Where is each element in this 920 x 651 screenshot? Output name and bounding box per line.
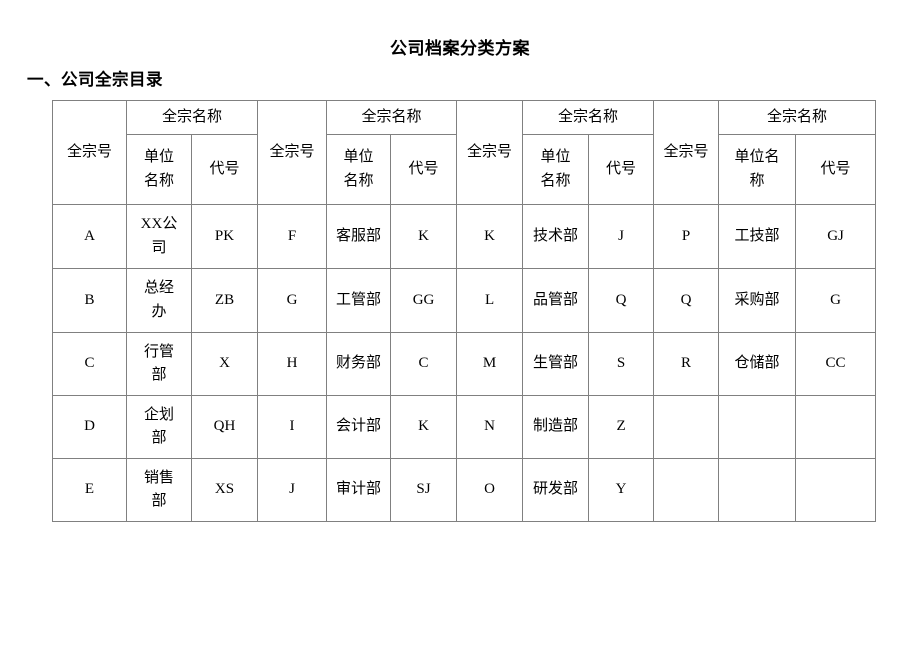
section-heading: 一、公司全宗目录	[27, 71, 163, 89]
cell-code: G	[795, 268, 877, 333]
fonds-directory-table: 全宗号 全宗名称 全宗号 全宗名称 全宗号 全宗名称 全宗号 全宗名称 单位名称…	[52, 100, 877, 522]
cell-code: J	[588, 204, 655, 269]
cell-code: GG	[390, 268, 458, 333]
cell-fonds-number: L	[456, 268, 524, 333]
cell-unit-name: 制造部	[522, 395, 590, 459]
cell-unit-name: 审计部	[326, 458, 392, 522]
cell-unit-name: 研发部	[522, 458, 590, 522]
cell-unit-name: 财务部	[326, 332, 392, 396]
cell-fonds-number: J	[257, 458, 328, 522]
header-fonds-name-4: 全宗名称	[718, 100, 877, 135]
header-fonds-name-2: 全宗名称	[326, 100, 458, 135]
cell-code: S	[588, 332, 655, 396]
document-page: 公司档案分类方案 一、公司全宗目录 全宗号 全宗名称 全宗号 全宗名称 全宗号 …	[0, 0, 920, 651]
cell-unit-name: 工管部	[326, 268, 392, 333]
cell-fonds-number: C	[52, 332, 127, 396]
table-row: A XX公司 PK F 客服部 K K 技术部 J P 工技部 GJ	[52, 204, 877, 269]
cell-unit-name: 品管部	[522, 268, 590, 333]
cell-code: PK	[190, 204, 259, 269]
cell-fonds-number: I	[257, 395, 328, 459]
cell-fonds-number: H	[257, 332, 328, 396]
cell-unit-name: 会计部	[326, 395, 392, 459]
cell-unit-name: 技术部	[522, 204, 590, 269]
cell-fonds-number: R	[653, 332, 720, 396]
cell-fonds-number: P	[653, 204, 720, 269]
header-fonds-name-3: 全宗名称	[522, 100, 655, 135]
cell-code	[795, 395, 877, 459]
header-code-3: 代号	[588, 134, 655, 205]
cell-code: Q	[588, 268, 655, 333]
cell-code: XS	[190, 458, 259, 522]
header-unit-name-1: 单位名称	[126, 134, 192, 205]
cell-unit-name	[718, 458, 797, 522]
cell-fonds-number: A	[52, 204, 127, 269]
cell-unit-name	[718, 395, 797, 459]
cell-unit-name: 客服部	[326, 204, 392, 269]
cell-fonds-number	[653, 458, 720, 522]
cell-fonds-number: K	[456, 204, 524, 269]
header-unit-name-4: 单位名称	[718, 134, 797, 205]
cell-code: K	[390, 395, 458, 459]
cell-code: ZB	[190, 268, 259, 333]
cell-code: K	[390, 204, 458, 269]
cell-fonds-number: G	[257, 268, 328, 333]
cell-unit-name: 工技部	[718, 204, 797, 269]
header-fonds-number-3: 全宗号	[456, 100, 524, 205]
cell-unit-name: XX公司	[126, 204, 192, 269]
cell-fonds-number: Q	[653, 268, 720, 333]
cell-fonds-number	[653, 395, 720, 459]
header-unit-name-3: 单位名称	[522, 134, 590, 205]
cell-code: SJ	[390, 458, 458, 522]
table-row: E 销售部 XS J 审计部 SJ O 研发部 Y	[52, 458, 877, 522]
page-title: 公司档案分类方案	[390, 39, 530, 58]
header-fonds-number-4: 全宗号	[653, 100, 720, 205]
cell-code	[795, 458, 877, 522]
cell-unit-name: 销售部	[126, 458, 192, 522]
cell-fonds-number: F	[257, 204, 328, 269]
cell-unit-name: 企划部	[126, 395, 192, 459]
cell-code: CC	[795, 332, 877, 396]
cell-fonds-number: O	[456, 458, 524, 522]
cell-fonds-number: B	[52, 268, 127, 333]
cell-unit-name: 总经办	[126, 268, 192, 333]
table-header-row-top: 全宗号 全宗名称 全宗号 全宗名称 全宗号 全宗名称 全宗号 全宗名称	[52, 100, 877, 205]
table-row: B 总经办 ZB G 工管部 GG L 品管部 Q Q 采购部 G	[52, 268, 877, 333]
cell-unit-name: 行管部	[126, 332, 192, 396]
cell-unit-name: 仓储部	[718, 332, 797, 396]
header-fonds-number-1: 全宗号	[52, 100, 127, 205]
cell-code: X	[190, 332, 259, 396]
cell-code: Y	[588, 458, 655, 522]
header-fonds-number-2: 全宗号	[257, 100, 328, 205]
cell-unit-name: 生管部	[522, 332, 590, 396]
cell-code: Z	[588, 395, 655, 459]
header-code-2: 代号	[390, 134, 458, 205]
cell-fonds-number: M	[456, 332, 524, 396]
cell-fonds-number: N	[456, 395, 524, 459]
table-row: C 行管部 X H 财务部 C M 生管部 S R 仓储部 CC	[52, 332, 877, 396]
cell-code: QH	[190, 395, 259, 459]
header-unit-name-2: 单位名称	[326, 134, 392, 205]
cell-unit-name: 采购部	[718, 268, 797, 333]
cell-fonds-number: E	[52, 458, 127, 522]
table-row: D 企划部 QH I 会计部 K N 制造部 Z	[52, 395, 877, 459]
header-code-4: 代号	[795, 134, 877, 205]
cell-fonds-number: D	[52, 395, 127, 459]
fonds-directory-table-wrapper: 全宗号 全宗名称 全宗号 全宗名称 全宗号 全宗名称 全宗号 全宗名称 单位名称…	[52, 100, 877, 522]
header-fonds-name-1: 全宗名称	[125, 100, 259, 135]
header-code-1: 代号	[190, 134, 259, 205]
cell-code: C	[390, 332, 458, 396]
cell-code: GJ	[795, 204, 877, 269]
